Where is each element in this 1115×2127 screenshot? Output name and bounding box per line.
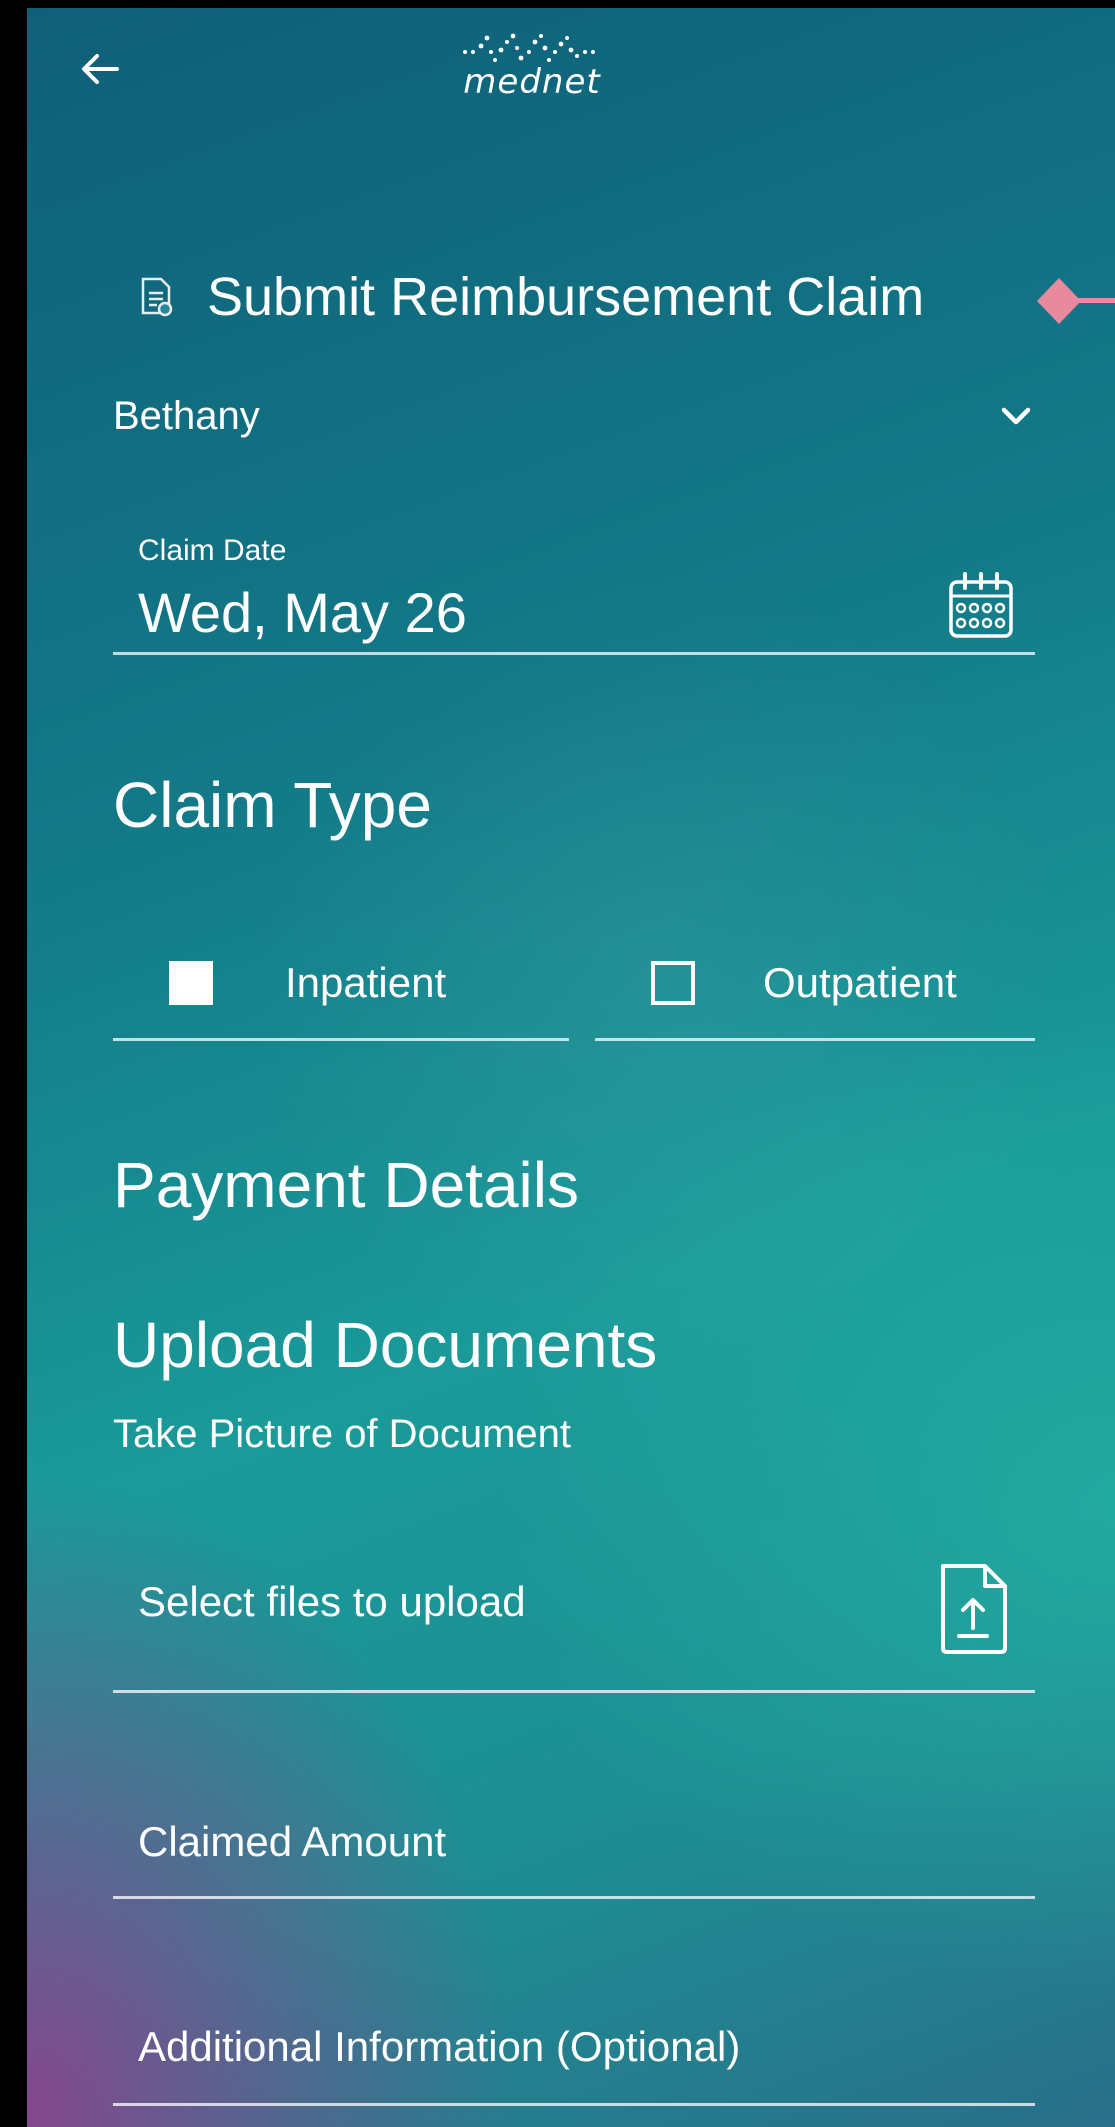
- claim-date-label: Claim Date: [138, 534, 287, 567]
- claim-screen: mednet Submit Reimbursement Claim Bethan…: [27, 8, 1115, 2127]
- arrow-left-icon[interactable]: [77, 46, 123, 92]
- chevron-down-icon: [1001, 407, 1031, 425]
- additional-info-placeholder: Additional Information (Optional): [138, 2023, 741, 2070]
- claimed-amount-input[interactable]: Claimed Amount: [113, 1788, 1035, 1899]
- calendar-icon[interactable]: [947, 570, 1015, 640]
- claim-type-heading: Claim Type: [113, 769, 432, 841]
- inpatient-label: Inpatient: [285, 959, 447, 1006]
- mednet-logo: mednet: [447, 32, 617, 122]
- document-icon: [141, 277, 173, 317]
- file-upload-icon[interactable]: [935, 1560, 1011, 1656]
- upload-documents-heading: Upload Documents: [113, 1309, 658, 1381]
- page-title: Submit Reimbursement Claim: [139, 266, 924, 328]
- member-select-value: Bethany: [113, 393, 260, 438]
- additional-info-input[interactable]: Additional Information (Optional): [113, 1993, 1035, 2106]
- payment-details-heading: Payment Details: [113, 1149, 579, 1221]
- take-picture-link[interactable]: Take Picture of Document: [113, 1412, 571, 1457]
- claim-date-value: Wed, May 26: [138, 581, 467, 644]
- page-title-text: Submit Reimbursement Claim: [207, 267, 925, 327]
- select-files-field[interactable]: Select files to upload: [113, 1528, 1035, 1693]
- select-files-placeholder: Select files to upload: [138, 1578, 526, 1625]
- outpatient-checkbox[interactable]: Outpatient: [595, 928, 1035, 1041]
- claim-date-field[interactable]: Claim Date Wed, May 26: [113, 528, 1035, 655]
- claimed-amount-placeholder: Claimed Amount: [138, 1818, 447, 1865]
- member-select[interactable]: Bethany: [113, 388, 1035, 444]
- checkbox-unchecked-icon: [651, 961, 695, 1005]
- pointer-marker: [1037, 278, 1115, 324]
- outpatient-label: Outpatient: [763, 959, 957, 1006]
- logo-dots-icon: [463, 33, 595, 62]
- inpatient-checkbox[interactable]: Inpatient: [113, 928, 569, 1041]
- logo-text: mednet: [463, 62, 601, 102]
- checkbox-checked-icon: [169, 961, 213, 1005]
